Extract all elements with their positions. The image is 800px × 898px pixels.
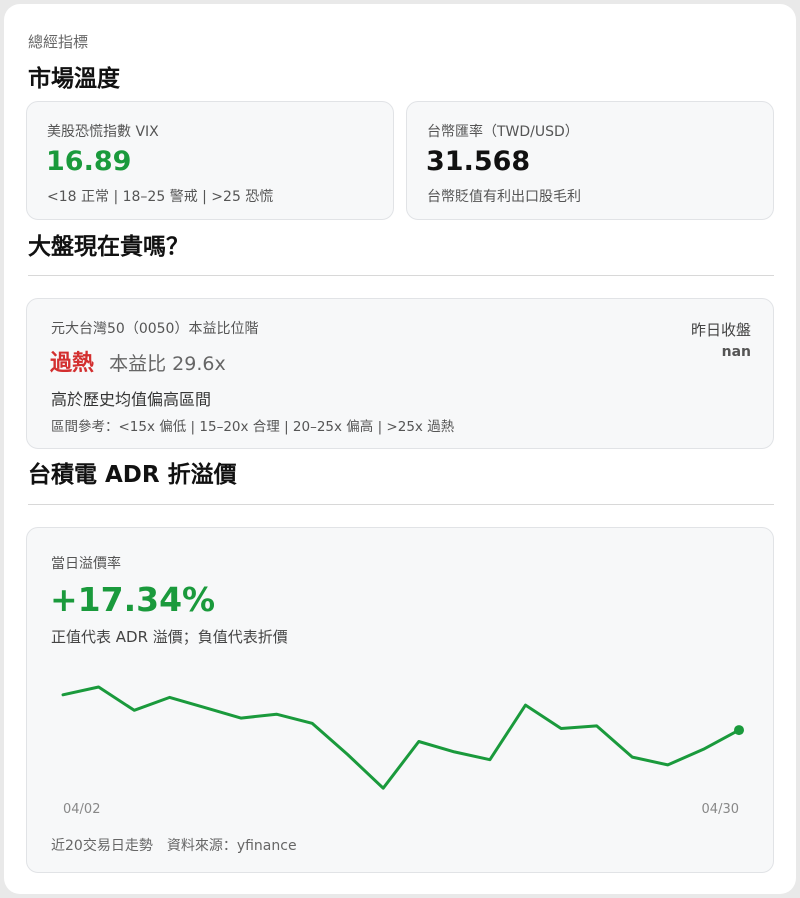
fx-card: 台幣匯率（TWD/USD） 31.568 台幣貶值有利出口股毛利 — [406, 101, 774, 220]
prev-close-value: nan — [721, 344, 751, 360]
market-temperature-title: 市場溫度 — [28, 66, 120, 92]
valuation-card: 元大台灣50（0050）本益比位階 過熱 本益比 29.6x 高於歷史均值偏高區… — [26, 298, 774, 449]
chart-marks — [61, 685, 744, 790]
adr-title: 台積電 ADR 折溢價 — [28, 462, 237, 488]
valuation-description: 高於歷史均值偏高區間 — [51, 390, 212, 409]
divider — [28, 275, 774, 276]
adr-series-line — [61, 685, 741, 790]
adr-footer: 近20交易日走勢 資料來源：yfinance — [51, 838, 297, 854]
vix-card: 美股恐慌指數 VIX 16.89 <18 正常 | 18–25 警戒 | >25… — [26, 101, 394, 220]
section-eyebrow: 總經指標 — [28, 33, 89, 51]
fx-label: 台幣匯率（TWD/USD） — [427, 124, 579, 140]
x-tick-start: 04/02 — [63, 802, 100, 817]
valuation-label: 元大台灣50（0050）本益比位階 — [51, 321, 259, 337]
prev-close-label: 昨日收盤 — [690, 321, 751, 339]
adr-card: 當日溢價率 +17.34% 正值代表 ADR 溢價；負值代表折價 04/02 0… — [26, 527, 774, 873]
adr-premium-chart: 04/02 04/30 — [61, 685, 744, 817]
vix-value: 16.89 — [46, 146, 132, 177]
fx-value: 31.568 — [426, 146, 531, 177]
vix-legend: <18 正常 | 18–25 警戒 | >25 恐慌 — [47, 189, 274, 205]
valuation-ranges: 區間參考：<15x 偏低 | 15–20x 合理 | 20–25x 偏高 | >… — [51, 419, 455, 435]
divider — [28, 504, 774, 505]
valuation-status: 過熱 — [50, 351, 95, 376]
x-tick-end: 04/30 — [702, 802, 739, 817]
adr-last-point — [734, 725, 744, 736]
valuation-title: 大盤現在貴嗎？ — [28, 234, 189, 260]
fx-note: 台幣貶值有利出口股毛利 — [427, 189, 581, 205]
macro-indicators-panel: 總經指標 市場溫度 美股恐慌指數 VIX 16.89 <18 正常 | 18–2… — [4, 4, 796, 894]
pe-ratio: 本益比 29.6x — [109, 353, 226, 375]
valuation-status-row: 過熱 本益比 29.6x — [50, 345, 226, 377]
vix-label: 美股恐慌指數 VIX — [47, 124, 159, 140]
